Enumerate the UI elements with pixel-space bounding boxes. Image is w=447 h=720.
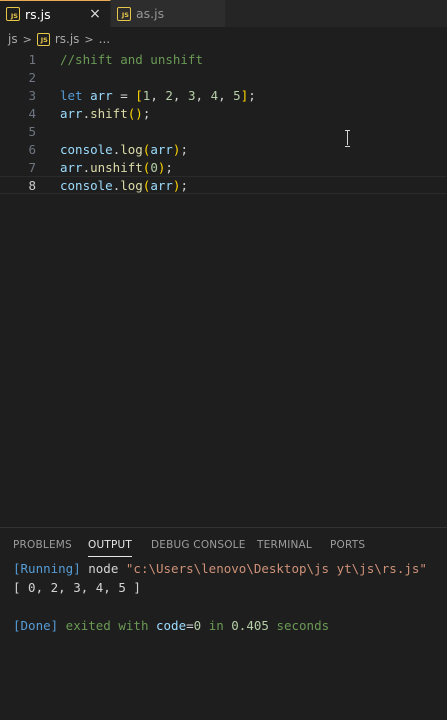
- tab-output[interactable]: OUTPUT: [88, 539, 132, 557]
- semicolon: ;: [165, 159, 173, 175]
- semicolon: ;: [248, 87, 256, 103]
- argument: arr: [150, 141, 173, 157]
- line-number: 6: [28, 141, 36, 157]
- number: 4: [210, 87, 219, 103]
- separator: ,: [172, 87, 188, 103]
- code-line[interactable]: 1 //shift and unshift: [0, 50, 447, 68]
- output-line-running: [Running] node "c:\Users\lenovo\Desktop\…: [13, 561, 427, 580]
- code-line[interactable]: 6 console.log(arr);: [0, 140, 447, 158]
- output-line-done: [Done] exited with code=0 in 0.405 secon…: [13, 618, 427, 637]
- done-time: 0.405: [231, 618, 269, 633]
- line-number: 8: [28, 177, 36, 193]
- code-line[interactable]: 4 arr.shift();: [0, 104, 447, 122]
- code-editor[interactable]: 1 //shift and unshift 2 3 let arr = [1, …: [0, 50, 447, 526]
- number: 5: [233, 87, 241, 103]
- code-comment: //shift and unshift: [60, 51, 203, 67]
- code-line[interactable]: 5: [0, 122, 447, 140]
- editor-tab-bar: JS rs.js × JS as.js: [0, 0, 447, 27]
- code-line[interactable]: 7 arr.unshift(0);: [0, 158, 447, 176]
- variable: arr: [90, 87, 113, 103]
- separator: ,: [195, 87, 211, 103]
- semicolon: ;: [142, 105, 151, 121]
- line-number: 1: [28, 51, 36, 67]
- close-icon[interactable]: ×: [88, 6, 102, 22]
- chevron-right-icon: >: [22, 32, 32, 46]
- function-name: unshift: [90, 159, 143, 175]
- js-file-icon: JS: [36, 32, 50, 46]
- code-line[interactable]: 3 let arr = [1, 2, 3, 4, 5];: [0, 86, 447, 104]
- js-file-icon: JS: [6, 7, 20, 21]
- separator: ,: [218, 87, 234, 103]
- breadcrumb-folder[interactable]: js: [8, 32, 18, 46]
- done-eq: =: [186, 618, 194, 633]
- number: 2: [165, 87, 173, 103]
- variable: arr: [60, 105, 83, 121]
- tab-label: rs.js: [25, 6, 51, 22]
- done-seconds: seconds: [268, 618, 330, 633]
- semicolon: ;: [180, 177, 188, 193]
- breadcrumb: js > JS rs.js > ...: [0, 28, 447, 50]
- separator: ,: [150, 87, 166, 103]
- breadcrumb-file-label: rs.js: [54, 32, 80, 46]
- line-number: 4: [28, 105, 36, 121]
- done-in: in: [201, 618, 232, 633]
- tab-label: as.js: [136, 6, 165, 21]
- argument: arr: [150, 177, 173, 193]
- code-line[interactable]: 2: [0, 68, 447, 86]
- tab-terminal[interactable]: TERMINAL: [257, 539, 312, 551]
- tab-problems[interactable]: PROBLEMS: [13, 539, 72, 551]
- bottom-panel: PROBLEMS OUTPUT DEBUG CONSOLE TERMINAL P…: [0, 527, 447, 720]
- number: 3: [187, 87, 196, 103]
- output-log[interactable]: [Running] node "c:\Users\lenovo\Desktop\…: [13, 561, 427, 637]
- running-command: node: [80, 561, 126, 576]
- bracket: [: [135, 87, 143, 103]
- function-name: log: [120, 177, 143, 193]
- bracket: ): [135, 105, 143, 121]
- output-line-result: [ 0, 2, 3, 4, 5 ]: [13, 580, 141, 595]
- running-tag: [Running]: [13, 561, 81, 576]
- output-line-blank: [13, 599, 427, 618]
- tab-rs-js[interactable]: JS rs.js ×: [0, 0, 111, 27]
- semicolon: ;: [180, 141, 188, 157]
- done-tag: [Done]: [13, 618, 59, 633]
- dot: .: [82, 159, 91, 175]
- running-path: "c:\Users\lenovo\Desktop\js yt\js\rs.js": [125, 561, 427, 576]
- object: console: [60, 141, 113, 157]
- done-text: exited with: [58, 618, 156, 633]
- panel-tab-bar: PROBLEMS OUTPUT DEBUG CONSOLE TERMINAL P…: [0, 528, 447, 562]
- operator: =: [112, 87, 136, 103]
- breadcrumb-file[interactable]: JS rs.js: [36, 32, 80, 46]
- keyword: let: [60, 87, 83, 103]
- tab-as-js[interactable]: JS as.js: [111, 0, 226, 27]
- function-name: log: [120, 141, 143, 157]
- function-name: shift: [90, 105, 128, 121]
- line-number: 2: [28, 69, 36, 85]
- text-cursor-icon: [345, 130, 351, 147]
- argument: 0: [150, 159, 158, 175]
- variable: arr: [60, 159, 83, 175]
- chevron-right-icon: >: [84, 32, 94, 46]
- code-line-current[interactable]: 8 console.log(arr);: [0, 176, 447, 194]
- done-code-key: code: [156, 618, 187, 633]
- tab-debug-console[interactable]: DEBUG CONSOLE: [151, 539, 246, 551]
- breadcrumb-more[interactable]: ...: [99, 32, 110, 46]
- line-number: 3: [28, 87, 36, 103]
- tab-ports[interactable]: PORTS: [330, 539, 365, 551]
- js-file-icon: JS: [117, 6, 131, 21]
- object: console: [60, 177, 113, 193]
- line-number: 7: [28, 159, 36, 175]
- dot: .: [82, 105, 91, 121]
- line-number: 5: [28, 123, 36, 139]
